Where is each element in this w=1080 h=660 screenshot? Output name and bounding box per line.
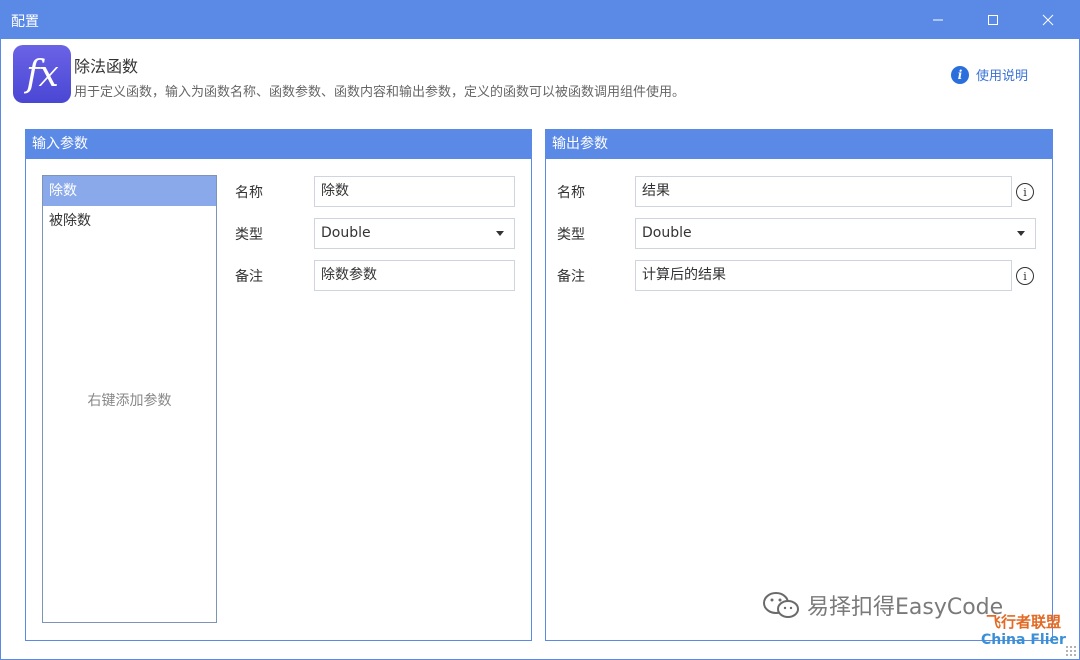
list-hint: 右键添加参数: [87, 393, 172, 409]
config-window: 配置 fx 除法函数 用于定义函数，输入为函数名称、函数参数、函数内容和输出参数…: [0, 0, 1080, 660]
type-label: 类型: [235, 227, 263, 243]
note-input[interactable]: 除数参数: [314, 260, 515, 291]
function-logo-text: fx: [26, 53, 59, 95]
watermark-text: 易择扣得EasyCode: [807, 595, 1004, 620]
output-params-header: 输出参数: [546, 130, 1052, 159]
brand-watermark: 飞行者联盟 China Flier: [981, 611, 1066, 648]
close-icon: [1042, 14, 1054, 26]
function-description: 用于定义函数，输入为函数名称、函数参数、函数内容和输出参数，定义的函数可以被函数…: [74, 85, 686, 100]
name-label: 名称: [235, 185, 263, 201]
output-name-input[interactable]: 结果: [635, 176, 1012, 207]
output-note-input[interactable]: 计算后的结果: [635, 260, 1012, 291]
output-name-label: 名称: [557, 185, 585, 201]
brand-cn: 飞行者联盟: [985, 613, 1061, 631]
maximize-button[interactable]: [970, 1, 1016, 39]
output-note-info-icon[interactable]: i: [1016, 267, 1034, 285]
output-type-label: 类型: [557, 227, 585, 243]
title-bar[interactable]: 配置: [1, 1, 1079, 39]
output-name-info-icon[interactable]: i: [1016, 183, 1034, 201]
param-list[interactable]: 除数 被除数 右键添加参数: [42, 175, 217, 623]
wechat-icon: [763, 592, 799, 618]
type-select[interactable]: Double: [314, 218, 515, 249]
brand-en: China Flier: [981, 632, 1066, 648]
param-item-divisor[interactable]: 除数: [43, 176, 216, 206]
resize-grip-icon[interactable]: [1065, 645, 1077, 657]
close-button[interactable]: [1025, 1, 1071, 39]
output-params-panel: 输出参数 名称 结果 i 类型 Double 备注 计算后的结果 i: [545, 129, 1053, 641]
help-link[interactable]: i 使用说明: [951, 65, 1028, 84]
name-input[interactable]: 除数: [314, 176, 515, 207]
maximize-icon: [988, 15, 998, 25]
minimize-button[interactable]: [915, 1, 961, 39]
output-type-select[interactable]: Double: [635, 218, 1036, 249]
input-params-panel: 输入参数 除数 被除数 右键添加参数 名称 除数 类型 Double 备注 除数…: [25, 129, 532, 641]
param-item-dividend[interactable]: 被除数: [43, 206, 216, 236]
info-icon: i: [951, 65, 969, 84]
function-logo-icon: fx: [13, 45, 71, 103]
watermark: 易择扣得EasyCode: [761, 589, 1003, 621]
minimize-icon: [933, 19, 943, 21]
output-note-label: 备注: [557, 269, 585, 285]
note-label: 备注: [235, 269, 263, 285]
input-params-header: 输入参数: [26, 130, 531, 159]
function-name: 除法函数: [74, 57, 139, 76]
help-label: 使用说明: [976, 69, 1029, 84]
window-title: 配置: [11, 14, 39, 30]
